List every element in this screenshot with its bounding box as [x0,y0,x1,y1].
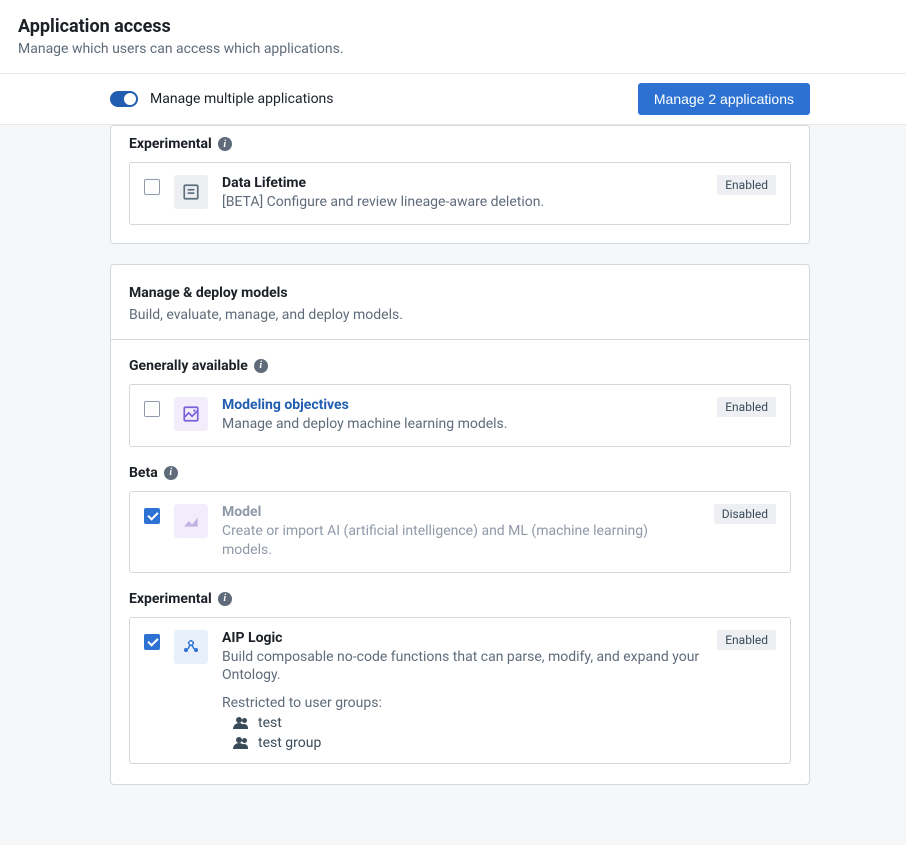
info-icon[interactable]: i [218,137,232,151]
status-badge-enabled: Enabled [717,175,776,195]
info-icon[interactable]: i [254,359,268,373]
section-card-models: Manage & deploy models Build, evaluate, … [110,264,810,785]
people-icon [234,737,250,749]
app-icon-document [174,175,208,209]
section-card-partial: Experimental i Data Lifetime [BETA] Conf… [110,125,810,244]
app-icon-image [174,397,208,431]
app-desc: Manage and deploy machine learning model… [222,415,703,434]
group-label-experimental: Experimental i [129,591,791,607]
group-label-ga: Generally available i [129,358,791,374]
manage-applications-button[interactable]: Manage 2 applications [638,83,810,115]
app-title: AIP Logic [222,630,703,646]
group-label-text: Generally available [129,358,248,374]
checkbox-data-lifetime[interactable] [144,179,160,195]
info-icon[interactable]: i [218,592,232,606]
manage-multiple-label: Manage multiple applications [150,91,334,107]
app-title: Data Lifetime [222,175,703,191]
group-label-beta: Beta i [129,465,791,481]
group-label-text: Experimental [129,136,212,152]
app-icon-nodes [174,630,208,664]
app-title-link[interactable]: Modeling objectives [222,397,703,413]
user-group-name: test group [258,735,321,751]
info-icon[interactable]: i [164,466,178,480]
app-row-modeling-objectives: Modeling objectives Manage and deploy ma… [129,384,791,447]
section-title: Manage & deploy models [129,285,791,301]
page-subtitle: Manage which users can access which appl… [18,41,888,57]
status-badge-disabled: Disabled [714,504,776,524]
app-desc: Create or import AI (artificial intellig… [222,522,700,560]
app-desc: [BETA] Configure and review lineage-awar… [222,193,703,212]
checkbox-modeling-objectives[interactable] [144,401,160,417]
manage-multiple-toggle[interactable] [110,91,138,107]
status-badge-enabled: Enabled [717,397,776,417]
restricted-label: Restricted to user groups: [222,695,703,711]
page-title: Application access [18,16,888,37]
page-header: Application access Manage which users ca… [0,0,906,74]
section-desc: Build, evaluate, manage, and deploy mode… [129,307,791,323]
group-label-text: Experimental [129,591,212,607]
user-group-row: test [222,715,703,731]
app-row-data-lifetime: Data Lifetime [BETA] Configure and revie… [129,162,791,225]
group-label-text: Beta [129,465,158,481]
app-icon-chart [174,504,208,538]
people-icon [234,717,250,729]
status-badge-enabled: Enabled [717,630,776,650]
group-label-experimental: Experimental i [129,136,791,152]
user-group-name: test [258,715,282,731]
app-row-model: Model Create or import AI (artificial in… [129,491,791,573]
app-desc: Build composable no-code functions that … [222,648,703,686]
app-title: Model [222,504,700,520]
toolbar: Manage multiple applications Manage 2 ap… [0,74,906,125]
checkbox-model[interactable] [144,508,160,524]
checkbox-aip-logic[interactable] [144,634,160,650]
user-group-row: test group [222,735,703,751]
app-row-aip-logic: AIP Logic Build composable no-code funct… [129,617,791,765]
